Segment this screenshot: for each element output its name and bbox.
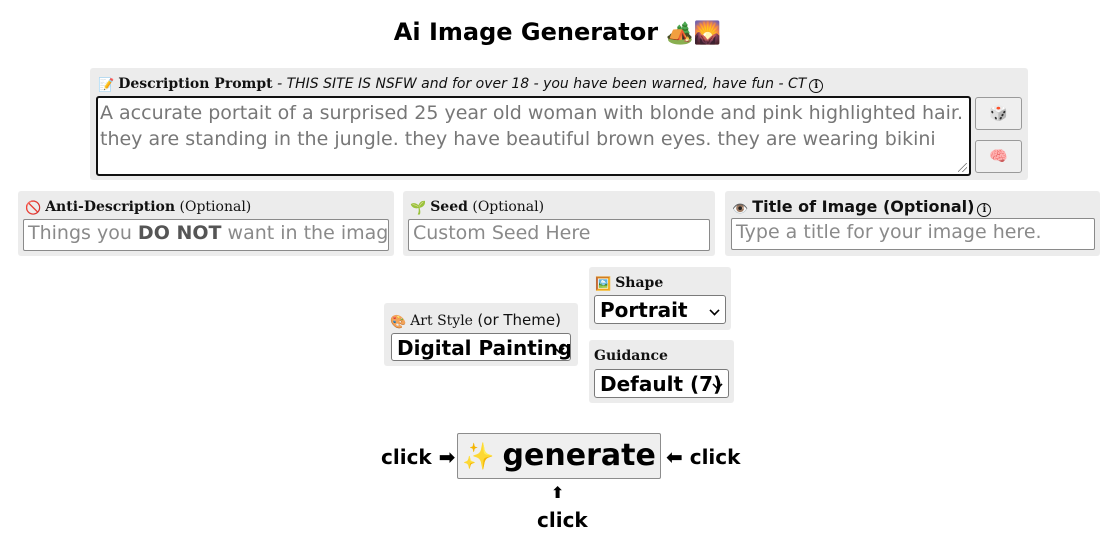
seed-optional: (Optional) — [472, 199, 545, 215]
palette-icon: 🎨 — [390, 315, 407, 330]
shape-label-text: Shape — [615, 275, 664, 291]
seed-panel: 🌱 Seed (Optional) Custom Seed Here — [403, 191, 715, 256]
page-title-emoji: 🏕️🌄 — [666, 21, 722, 46]
click-hint-below: click — [537, 508, 588, 532]
seed-placeholder: Custom Seed Here — [413, 222, 591, 244]
brain-icon: 🧠 — [989, 147, 1008, 165]
info-icon[interactable]: i — [977, 203, 992, 217]
info-icon[interactable]: i — [809, 79, 824, 93]
shape-select[interactable]: Portrait — [594, 295, 726, 324]
memo-icon: 📝 — [98, 78, 115, 93]
art-style-label-suffix: (or Theme) — [477, 311, 561, 329]
idea-button[interactable]: 🧠 — [975, 140, 1022, 173]
image-title-placeholder: Type a title for your image here. — [736, 221, 1042, 243]
image-title-input[interactable]: Type a title for your image here. — [731, 218, 1095, 250]
page-title: Ai Image Generator 🏕️🌄 — [0, 18, 1115, 46]
chevron-down-icon — [709, 305, 720, 316]
shape-label: 🖼️ Shape — [595, 275, 663, 292]
description-label-text: Description Prompt — [118, 76, 273, 92]
guidance-select[interactable]: Default (7) — [594, 369, 729, 398]
anti-placeholder-pre: Things you — [28, 222, 138, 244]
resize-handle[interactable] — [958, 163, 967, 172]
description-text: A accurate portait of a surprised 25 yea… — [100, 102, 964, 150]
anti-description-optional: (Optional) — [179, 199, 252, 215]
anti-description-label-text: Anti-Description — [45, 199, 176, 215]
anti-description-input[interactable]: Things you DO NOT want in the image — [23, 219, 389, 251]
generate-label: generate — [502, 438, 656, 473]
prohibited-icon: 🚫 — [25, 201, 42, 216]
guidance-label-text: Guidance — [594, 348, 668, 364]
shape-selected: Portrait — [600, 298, 688, 322]
description-panel: 📝 Description Prompt - THIS SITE IS NSFW … — [90, 68, 1028, 180]
page-title-text: Ai Image Generator — [393, 18, 659, 46]
guidance-label: Guidance — [594, 348, 668, 364]
random-prompt-button[interactable]: 🎲 — [975, 97, 1022, 130]
description-label: 📝 Description Prompt - THIS SITE IS NSFW … — [98, 76, 824, 93]
seedling-icon: 🌱 — [410, 201, 427, 216]
anti-placeholder-post: want in the image — [221, 222, 389, 244]
click-hint-left: click ➡ — [381, 445, 456, 469]
seed-label-text: Seed — [430, 199, 468, 215]
guidance-panel: Guidance Default (7) — [589, 340, 734, 403]
art-style-label-text: Art Style — [410, 313, 473, 329]
framed-picture-icon: 🖼️ — [595, 277, 612, 292]
seed-label: 🌱 Seed (Optional) — [410, 199, 544, 216]
eye-icon: 👁️ — [732, 202, 749, 217]
image-title-label-text: Title of Image (Optional) — [752, 197, 975, 216]
art-style-label: 🎨 Art Style (or Theme) — [390, 311, 561, 330]
click-hint-right: ⬅ click — [666, 445, 741, 469]
anti-placeholder-bold: DO NOT — [137, 222, 222, 244]
image-title-label: 👁️ Title of Image (Optional) i — [732, 197, 992, 217]
guidance-selected: Default (7) — [600, 372, 723, 396]
seed-input[interactable]: Custom Seed Here — [408, 219, 710, 251]
art-style-select[interactable]: Digital Painting — [391, 333, 571, 361]
description-note: - THIS SITE IS NSFW and for over 18 - yo… — [272, 76, 807, 92]
anti-description-label: 🚫 Anti-Description (Optional) — [25, 199, 251, 216]
generate-button[interactable]: ✨ generate — [457, 433, 661, 479]
shape-panel: 🖼️ Shape Portrait — [589, 267, 731, 330]
description-textarea[interactable]: A accurate portait of a surprised 25 yea… — [96, 96, 971, 176]
sparkles-icon: ✨ — [462, 442, 495, 472]
dice-icon: 🎲 — [989, 104, 1008, 122]
art-style-panel: 🎨 Art Style (or Theme) Digital Painting — [384, 303, 578, 366]
image-title-panel: 👁️ Title of Image (Optional) i Type a titl… — [725, 191, 1100, 256]
art-style-selected: Digital Painting — [397, 336, 571, 360]
anti-description-panel: 🚫 Anti-Description (Optional) Things you … — [18, 191, 394, 256]
up-arrow-icon: ⬆ — [551, 483, 565, 502]
